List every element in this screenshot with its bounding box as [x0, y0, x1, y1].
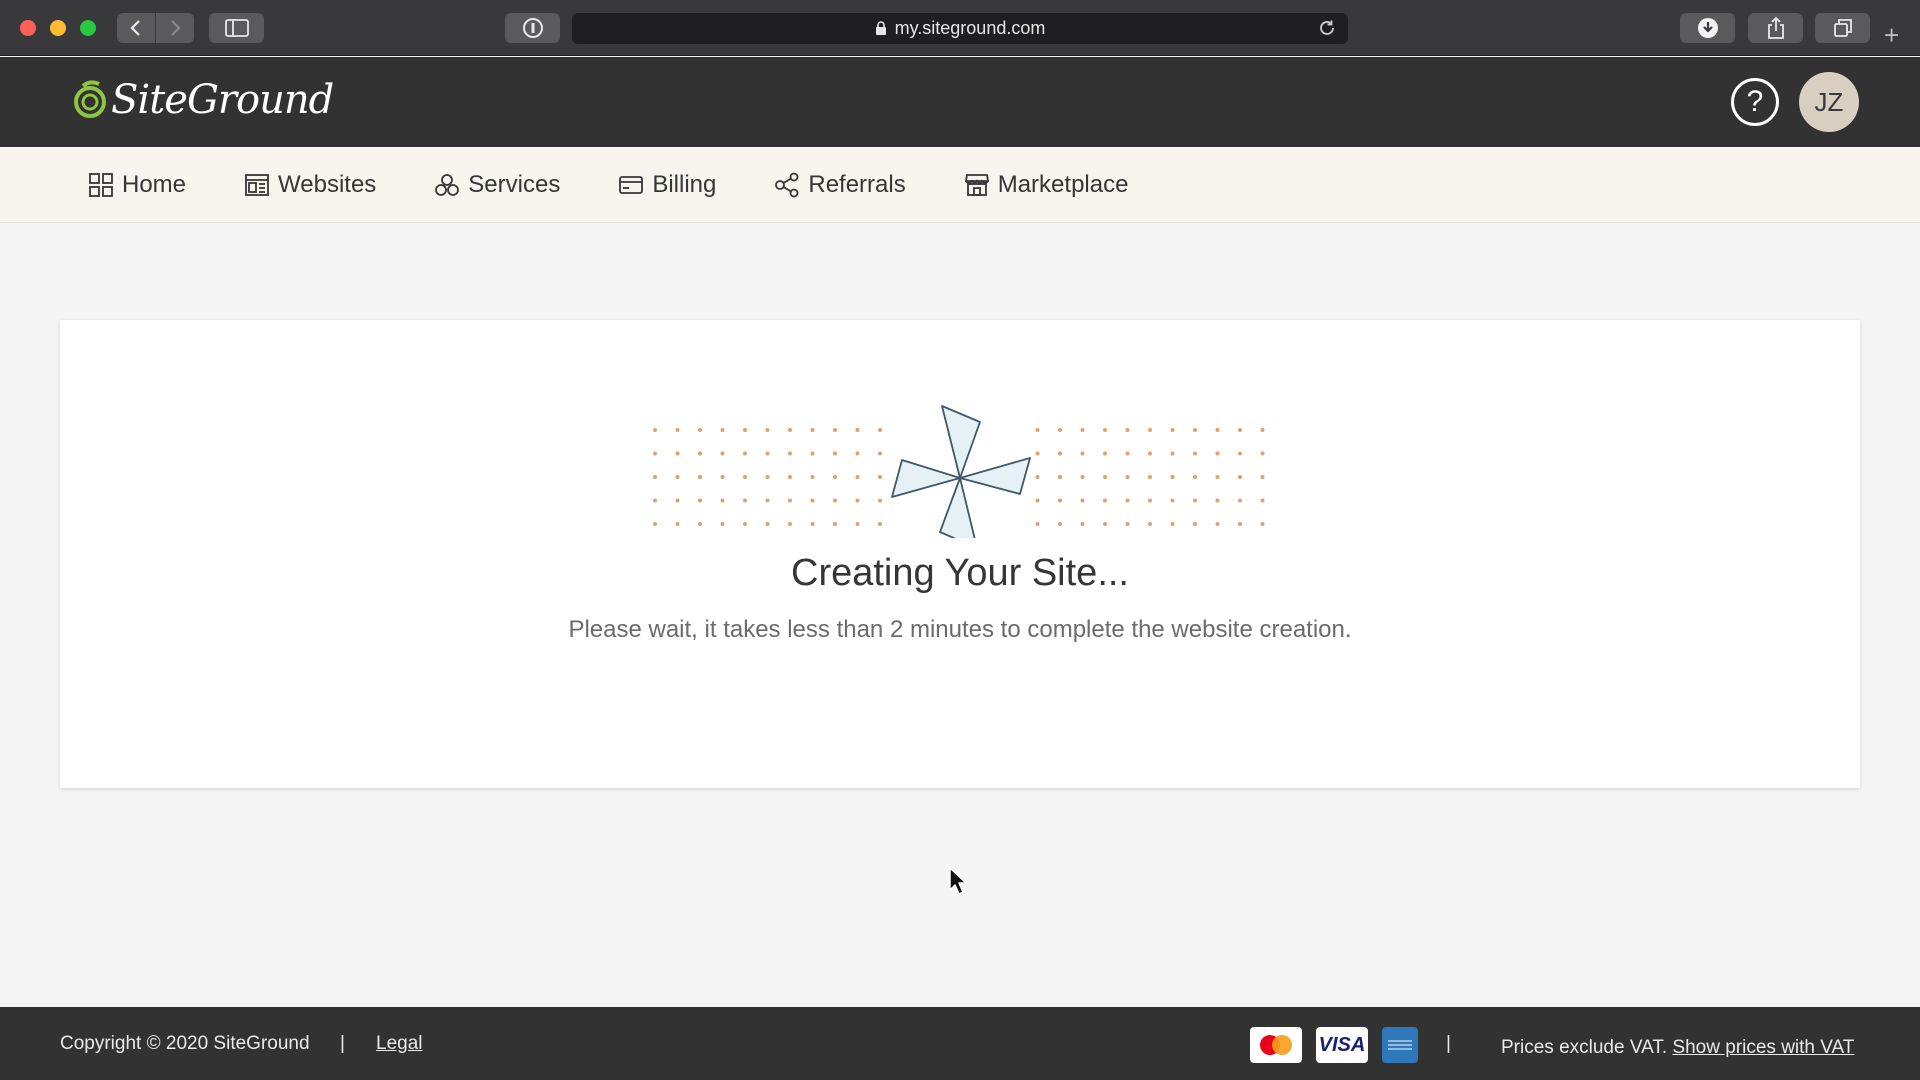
footer-separator-2: | [1446, 1033, 1451, 1054]
share-button[interactable] [1748, 13, 1803, 43]
services-icon [434, 172, 460, 198]
vat-notice: Prices exclude VAT. Show prices with VAT [1501, 1037, 1854, 1059]
back-button[interactable] [117, 13, 155, 43]
browser-toolbar: my.siteground.com + [0, 0, 1920, 56]
forward-button[interactable] [156, 13, 194, 43]
user-avatar[interactable]: JZ [1799, 72, 1859, 132]
tabs-icon [1833, 19, 1852, 37]
chevron-left-icon [130, 20, 140, 36]
reload-icon[interactable] [1318, 19, 1336, 37]
store-icon [964, 172, 990, 198]
amex-logo [1382, 1027, 1418, 1063]
downloads-button[interactable] [1680, 13, 1735, 43]
url-text: my.siteground.com [894, 18, 1046, 38]
download-icon [1697, 18, 1718, 38]
main-nav: Home Websites Services Billing Referrals… [0, 147, 1920, 223]
legal-link[interactable]: Legal [376, 1033, 423, 1055]
status-message: Please wait, it takes less than 2 minute… [568, 616, 1352, 643]
sidebar-icon [224, 19, 249, 37]
address-bar[interactable]: my.siteground.com [572, 13, 1348, 44]
mouse-cursor-icon [949, 867, 967, 895]
nav-label-marketplace: Marketplace [997, 170, 1129, 198]
nav-item-home[interactable]: Home [88, 171, 186, 199]
help-button[interactable]: ? [1731, 78, 1779, 126]
mastercard-logo [1250, 1027, 1302, 1063]
new-tab-button[interactable]: + [1884, 22, 1899, 48]
website-icon [244, 172, 270, 198]
close-window-button[interactable] [20, 20, 36, 36]
site-creation-card: Creating Your Site... Please wait, it ta… [60, 320, 1860, 788]
prices-note: Prices exclude VAT. [1501, 1037, 1668, 1058]
share-icon [1767, 16, 1784, 39]
copyright-text: Copyright © 2020 SiteGround [60, 1033, 310, 1054]
show-vat-link[interactable]: Show prices with VAT [1672, 1037, 1854, 1058]
chevron-right-icon [171, 20, 181, 36]
payment-methods: VISA [1250, 1027, 1418, 1063]
siteground-logo[interactable]: SiteGround [73, 77, 334, 123]
nav-item-websites[interactable]: Websites [244, 171, 376, 199]
nav-item-services[interactable]: Services [434, 171, 560, 199]
siteground-logo-icon [74, 80, 106, 118]
nav-label-referrals: Referrals [808, 170, 906, 198]
share-nodes-icon [774, 172, 800, 198]
visa-logo: VISA [1316, 1027, 1368, 1063]
show-tabs-button[interactable] [1815, 13, 1870, 43]
footer-separator: | [340, 1033, 345, 1054]
nav-label-services: Services [468, 170, 561, 198]
app-header: SiteGround ? JZ [0, 57, 1920, 147]
password-manager-icon [522, 18, 543, 38]
password-manager-button[interactable] [505, 13, 560, 43]
nav-label-websites: Websites [278, 170, 377, 198]
zoom-window-button[interactable] [80, 20, 96, 36]
sidebar-toggle-button[interactable] [209, 13, 264, 43]
lock-icon [875, 21, 886, 35]
nav-item-marketplace[interactable]: Marketplace [964, 170, 1129, 199]
page-footer: Copyright © 2020 SiteGround | Legal VISA… [0, 1007, 1920, 1080]
pinwheel-illustration [650, 405, 1270, 538]
nav-label-billing: Billing [652, 170, 717, 198]
nav-item-billing[interactable]: Billing [618, 171, 716, 199]
grid-icon [88, 172, 114, 198]
credit-card-icon [618, 172, 644, 198]
logo-text: SiteGround [111, 77, 334, 123]
minimize-window-button[interactable] [50, 20, 66, 36]
page-title: Creating Your Site... [791, 552, 1129, 594]
nav-label-home: Home [122, 170, 187, 198]
nav-item-referrals[interactable]: Referrals [774, 170, 906, 199]
